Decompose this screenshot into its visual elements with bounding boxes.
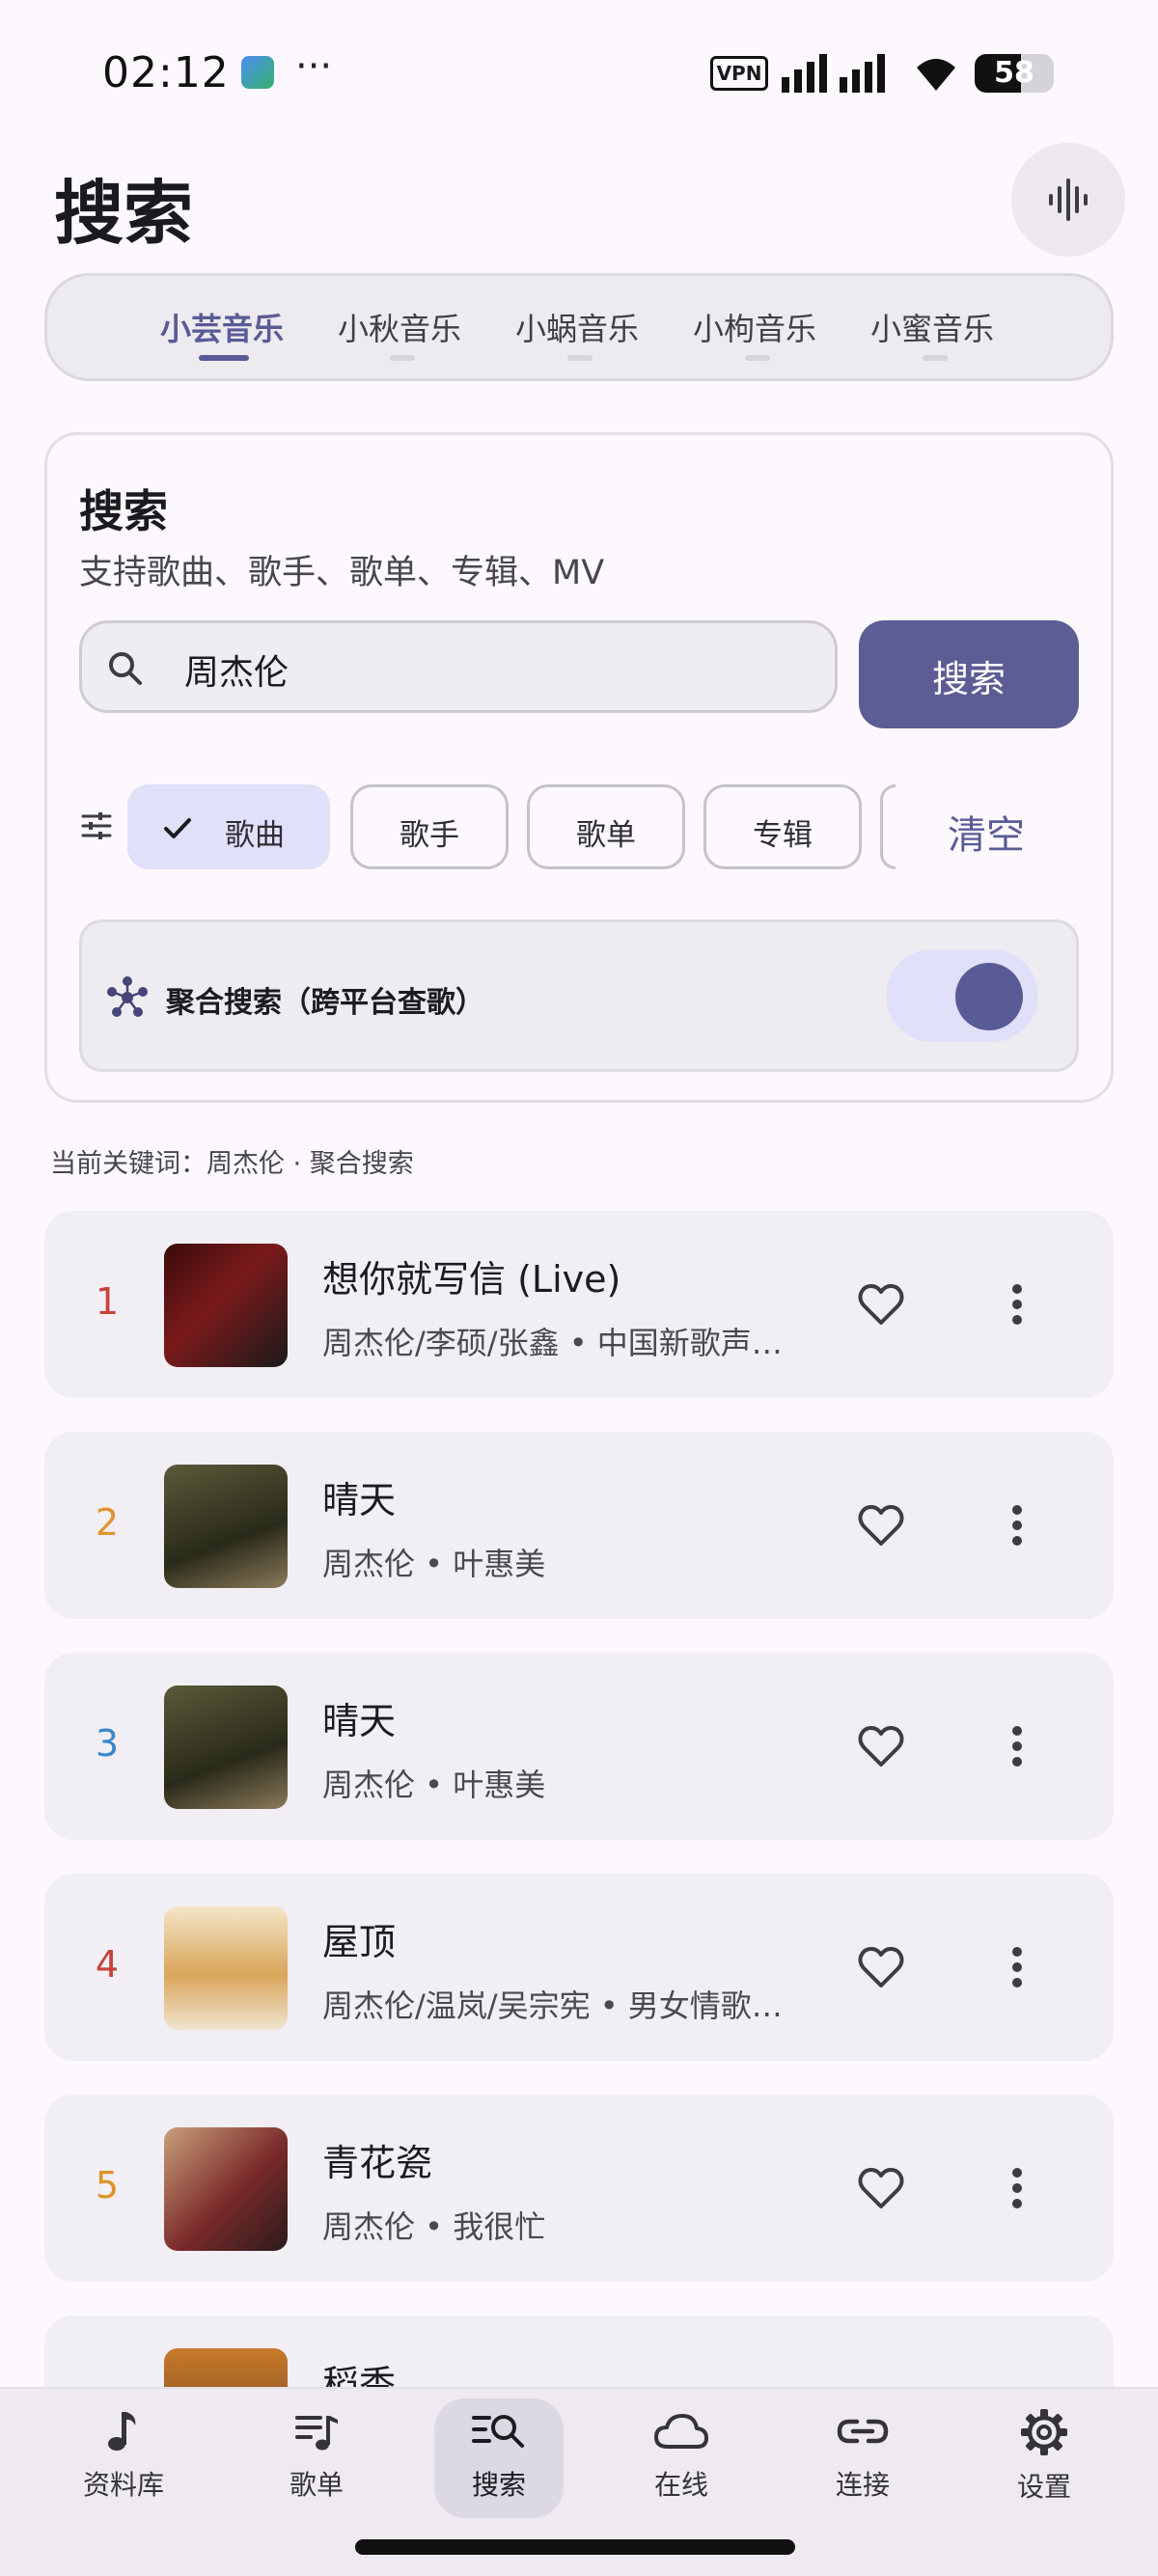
song-title: 晴天 [322,1479,397,1521]
nav-playlists[interactable]: 歌单 [249,2408,384,2503]
signal-icon [782,54,885,93]
song-row[interactable]: 4 屋顶周杰伦/温岚/吴宗宪 • 男女情歌… [44,1874,1114,2061]
favorite-heart-icon[interactable] [857,1724,905,1768]
search-query-text: 周杰伦 [184,653,290,693]
notification-app-icon [241,56,274,89]
nav-library[interactable]: 资料库 [56,2408,191,2503]
chip-songs[interactable]: 歌曲 [127,784,330,869]
vpn-icon: VPN [710,56,768,91]
song-rank: 5 [95,2164,120,2206]
favorite-heart-icon[interactable] [857,1282,905,1327]
search-button[interactable]: 搜索 [859,620,1079,728]
song-rank: 2 [95,1501,120,1544]
current-keyword: 当前关键词：周杰伦 · 聚合搜索 [50,1149,414,1179]
chip-artists[interactable]: 歌手 [350,784,509,869]
wifi-icon [917,59,955,91]
song-row[interactable]: 2 晴天周杰伦 • 叶惠美 [44,1432,1114,1619]
search-card-subtitle: 支持歌曲、歌手、歌单、专辑、MV [79,554,605,592]
search-card-title: 搜索 [79,485,168,537]
search-icon [109,652,142,685]
platform-tabs: 小芸音乐 小秋音乐 小蜗音乐 小枸音乐 小蜜音乐 [44,273,1114,381]
hub-icon [107,976,148,1017]
nav-search[interactable]: 搜索 [431,2408,566,2503]
album-cover [164,2127,288,2251]
tab-platform-2[interactable]: 小秋音乐 [338,305,461,349]
chip-playlists[interactable]: 歌单 [527,784,685,869]
song-artist-album: 周杰伦 • 叶惠美 [322,1546,546,1582]
more-vert-icon[interactable] [1011,2166,1023,2210]
tab-platform-3[interactable]: 小蜗音乐 [515,305,639,349]
voice-search-button[interactable] [1011,143,1125,257]
favorite-heart-icon[interactable] [857,1945,905,1989]
tab-platform-5[interactable]: 小蜜音乐 [870,305,994,349]
more-vert-icon[interactable] [1011,1724,1023,1768]
chip-albums[interactable]: 专辑 [703,784,862,869]
battery-level: 58 [994,56,1034,90]
song-title: 青花瓷 [322,2142,433,2184]
nav-settings[interactable]: 设置 [977,2408,1112,2505]
song-rank: 3 [95,1722,120,1765]
more-vert-icon[interactable] [1011,1945,1023,1989]
song-row[interactable]: 3 晴天周杰伦 • 叶惠美 [44,1653,1114,1840]
chip-label: 歌单 [576,818,636,853]
chip-mv-partial[interactable] [880,784,896,869]
chip-label: 专辑 [753,818,813,853]
aggregate-search-label: 聚合搜索（跨平台查歌） [166,986,484,1020]
favorite-heart-icon[interactable] [857,2166,905,2210]
music-note-icon [108,2412,136,2451]
gear-icon [1021,2409,1067,2455]
song-row[interactable]: 1 想你就写信 (Live) 周杰伦/李硕/张鑫 • 中国新歌声… [44,1211,1114,1398]
song-artist-album: 周杰伦 • 叶惠美 [322,1767,546,1803]
nav-online[interactable]: 在线 [614,2408,749,2503]
favorite-heart-icon[interactable] [857,1503,905,1548]
page-title: 搜索 [54,173,194,254]
song-rank: 4 [95,1943,120,1986]
song-artist-album: 周杰伦 • 我很忙 [322,2208,546,2245]
playlist-icon [295,2416,338,2451]
more-vert-icon[interactable] [1011,1503,1023,1548]
link-icon [837,2419,889,2444]
album-cover [164,1906,288,2030]
aggregate-search-toggle[interactable] [886,949,1038,1042]
song-title: 晴天 [322,1700,397,1742]
clear-button[interactable]: 清空 [948,804,1025,860]
album-cover [164,1685,288,1809]
song-artist-album: 周杰伦/李硕/张鑫 • 中国新歌声… [322,1325,783,1361]
song-title: 屋顶 [322,1921,397,1963]
song-artist-album: 周杰伦/温岚/吴宗宪 • 男女情歌… [322,1987,783,2024]
battery-icon: 58 [975,54,1054,93]
home-indicator [355,2539,795,2555]
search-button-label: 搜索 [931,658,1006,700]
song-rank: 1 [95,1280,120,1323]
more-vert-icon[interactable] [1011,1282,1023,1327]
more-notifications-icon: ··· [295,44,333,89]
nav-connect[interactable]: 连接 [795,2408,930,2503]
status-time: 02:12 [102,48,230,97]
tab-platform-1[interactable]: 小芸音乐 [160,305,284,349]
filter-icon [81,812,112,839]
album-cover [164,1465,288,1588]
search-input[interactable]: 周杰伦 [79,620,838,713]
toggle-knob [955,963,1023,1030]
cloud-icon [654,2414,708,2449]
song-title: 想你就写信 (Live) [322,1258,621,1301]
search-list-icon [472,2415,524,2448]
tab-platform-4[interactable]: 小枸音乐 [693,305,816,349]
chip-label: 歌手 [400,818,459,853]
waveform-icon [1049,178,1088,221]
song-row[interactable]: 5 青花瓷周杰伦 • 我很忙 [44,2095,1114,2282]
album-cover [164,1244,288,1367]
chip-label: 歌曲 [225,818,285,853]
